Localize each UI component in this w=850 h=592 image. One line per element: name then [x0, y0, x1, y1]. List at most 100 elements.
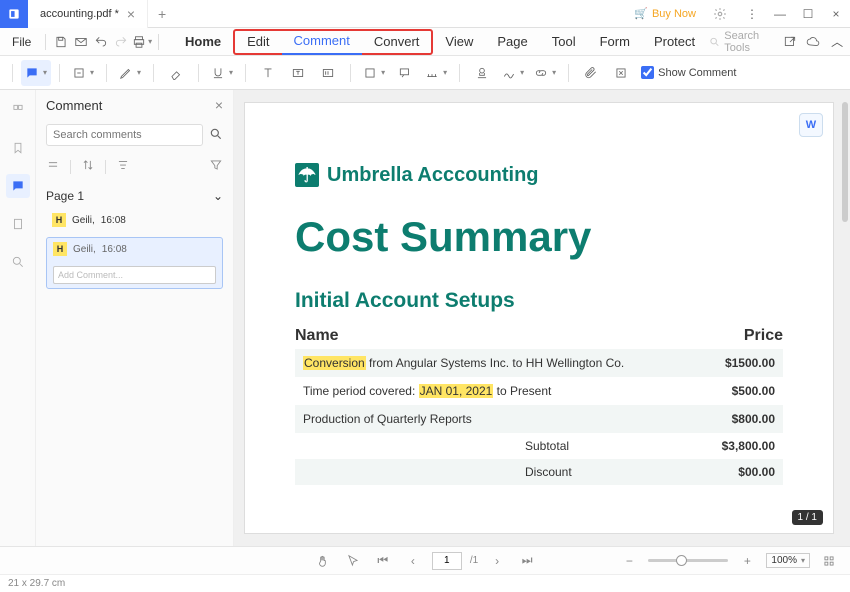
pencil-tool[interactable]: ▾	[115, 60, 145, 86]
measure-tool[interactable]: ▾	[421, 60, 451, 86]
show-comment-toggle[interactable]: Show Comment	[641, 66, 736, 79]
search-rail-icon[interactable]	[6, 250, 30, 274]
sort-icon[interactable]	[81, 158, 95, 175]
close-window-button[interactable]: ×	[822, 0, 850, 28]
thumbnails-icon[interactable]	[6, 98, 30, 122]
last-page-icon[interactable]: ⏭	[516, 550, 538, 572]
add-comment-input[interactable]: Add Comment...	[53, 266, 216, 284]
status-bar: 21 x 29.7 cm	[0, 574, 850, 592]
more-icon[interactable]: ⋮	[738, 0, 766, 28]
first-page-icon[interactable]: ⏮	[372, 550, 394, 572]
signature-tool[interactable]: ▾	[498, 60, 528, 86]
hide-tool[interactable]	[607, 60, 635, 86]
panel-title: Comment	[46, 98, 102, 113]
tab-page[interactable]: Page	[485, 29, 539, 55]
zoom-slider[interactable]	[648, 559, 728, 562]
prev-page-icon[interactable]: ‹	[402, 550, 424, 572]
discount-row: Discount $00.00	[295, 459, 783, 485]
menubar: File ▾ Home Edit Comment Convert View Pa…	[0, 28, 850, 56]
tab-edit[interactable]: Edit	[235, 29, 281, 55]
comment-search-icon[interactable]	[209, 127, 223, 144]
shapes-tool[interactable]: ▾	[359, 60, 389, 86]
subtotal-row: Subtotal $3,800.00	[295, 433, 783, 459]
tab-comment[interactable]: Comment	[282, 29, 362, 55]
panel-close-icon[interactable]: ×	[215, 97, 223, 113]
document-title: Cost Summary	[295, 213, 783, 261]
note-tool[interactable]: ▾	[21, 60, 51, 86]
comments-icon[interactable]	[6, 174, 30, 198]
filter-row	[36, 154, 233, 183]
tab-view[interactable]: View	[433, 29, 485, 55]
file-menu[interactable]: File	[4, 35, 39, 49]
word-export-icon[interactable]: W	[799, 113, 823, 137]
tab-tool[interactable]: Tool	[540, 29, 588, 55]
document-page[interactable]: W ☂ Umbrella Acccounting Cost Summary In…	[244, 102, 834, 534]
file-tab-label: accounting.pdf *	[40, 8, 119, 20]
tab-home[interactable]: Home	[173, 29, 233, 55]
tab-form[interactable]: Form	[588, 29, 642, 55]
table-row: Conversion from Angular Systems Inc. to …	[295, 349, 783, 377]
filter-funnel-icon[interactable]	[209, 158, 223, 175]
underline-tool[interactable]: ▾	[207, 60, 237, 86]
text-tool[interactable]	[254, 60, 282, 86]
link-tool[interactable]: ▾	[530, 60, 560, 86]
area-highlight-tool[interactable]	[314, 60, 342, 86]
hand-tool-icon[interactable]	[312, 550, 334, 572]
textbox-tool[interactable]	[284, 60, 312, 86]
mail-icon[interactable]	[72, 31, 90, 53]
highlight-tool[interactable]: ▾	[68, 60, 98, 86]
tab-protect[interactable]: Protect	[642, 29, 707, 55]
page-section-header[interactable]: Page 1 ⌄	[46, 189, 223, 203]
next-page-icon[interactable]: ›	[486, 550, 508, 572]
close-tab-icon[interactable]: ×	[127, 6, 135, 22]
table-header: Name Price	[295, 327, 783, 349]
file-tab[interactable]: accounting.pdf * ×	[28, 0, 148, 28]
print-icon[interactable]: ▾	[132, 31, 152, 53]
highlight-badge-icon: H	[53, 242, 67, 256]
scrollbar[interactable]	[842, 102, 848, 222]
expand-all-icon[interactable]	[46, 158, 60, 175]
page-number-input[interactable]	[432, 552, 462, 570]
collapse-icon[interactable]: ︿	[828, 31, 846, 53]
maximize-button[interactable]: ☐	[794, 0, 822, 28]
fit-page-icon[interactable]	[818, 550, 840, 572]
settings-icon[interactable]	[706, 0, 734, 28]
zoom-out-icon[interactable]: −	[618, 550, 640, 572]
cloud-icon[interactable]	[805, 31, 823, 53]
select-tool-icon[interactable]	[342, 550, 364, 572]
show-comment-checkbox[interactable]	[641, 66, 654, 79]
buy-now-link[interactable]: 🛒 Buy Now	[634, 7, 696, 20]
toolbar: ▾ ▾ ▾ ▾ ▾ ▾ ▾ ▾ Show Comment	[0, 56, 850, 90]
zoom-thumb[interactable]	[676, 555, 687, 566]
document-subtitle: Initial Account Setups	[295, 289, 783, 313]
highlighted-text[interactable]: JAN 01, 2021	[419, 384, 494, 398]
zoom-value[interactable]: 100%▾	[766, 553, 810, 568]
tab-convert[interactable]: Convert	[362, 29, 432, 55]
page-total-label: /1	[470, 555, 478, 566]
main-area: Comment × Page 1 ⌄ H Geili, 16:08	[0, 90, 850, 546]
search-tools[interactable]: Search Tools	[709, 30, 775, 54]
attachments-rail-icon[interactable]	[6, 212, 30, 236]
comment-item[interactable]: H Geili, 16:08	[46, 209, 223, 231]
titlebar: accounting.pdf * × + 🛒 Buy Now ⋮ — ☐ ×	[0, 0, 850, 28]
zoom-in-icon[interactable]: +	[736, 550, 758, 572]
comment-search-input[interactable]	[46, 124, 203, 146]
redo-icon[interactable]	[112, 31, 130, 53]
brand-row: ☂ Umbrella Acccounting	[295, 163, 783, 187]
save-icon[interactable]	[52, 31, 70, 53]
attachment-tool[interactable]	[577, 60, 605, 86]
stamp-tool[interactable]	[468, 60, 496, 86]
add-tab-button[interactable]: +	[148, 6, 176, 22]
minimize-button[interactable]: —	[766, 0, 794, 28]
app-icon	[0, 0, 28, 28]
umbrella-icon: ☂	[295, 163, 319, 187]
undo-icon[interactable]	[92, 31, 110, 53]
bookmark-icon[interactable]	[6, 136, 30, 160]
filter-list-icon[interactable]	[116, 158, 130, 175]
share-icon[interactable]	[781, 31, 799, 53]
callout-tool[interactable]	[391, 60, 419, 86]
eraser-tool[interactable]	[162, 60, 190, 86]
highlighted-text[interactable]: Conversion	[303, 356, 366, 370]
comment-item-selected[interactable]: H Geili, 16:08 Add Comment...	[46, 237, 223, 289]
chevron-down-icon: ⌄	[213, 189, 223, 203]
